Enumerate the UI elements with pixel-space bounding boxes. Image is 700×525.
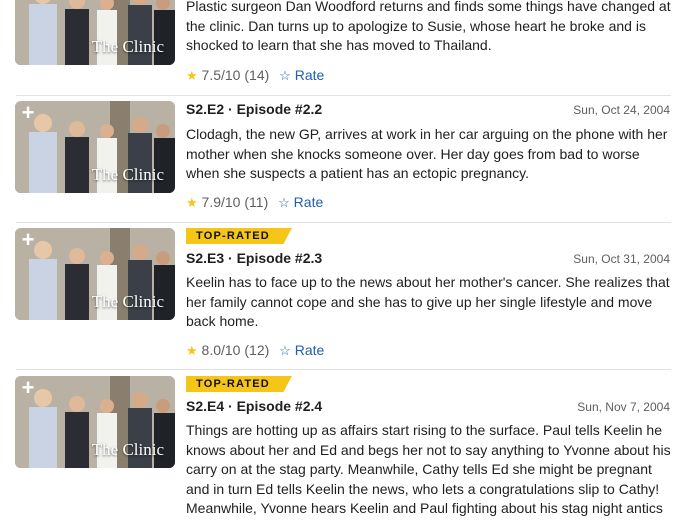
show-title-overlay: The Clinic (91, 165, 164, 184)
rating-value: 7.5/10 (201, 67, 241, 83)
star-outline-icon: ☆ (279, 343, 291, 358)
rate-button[interactable]: ☆ Rate (279, 67, 324, 83)
rating-value: 8.0/10 (201, 342, 241, 358)
air-date: Sun, Nov 7, 2004 (577, 400, 670, 414)
rating-row: ★ 7.9/10 (11) ☆ Rate (186, 194, 323, 211)
rate-button[interactable]: ☆ Rate (279, 342, 324, 358)
air-date: Sun, Oct 31, 2004 (573, 252, 670, 266)
star-icon: ★ (186, 343, 198, 358)
divider (16, 95, 671, 96)
rating-row: ★ 8.0/10 (12) ☆ Rate (186, 342, 324, 359)
episode-thumbnail[interactable]: + The Clinic (15, 228, 175, 320)
air-date: Sun, Oct 24, 2004 (573, 103, 670, 117)
episode-title[interactable]: S2.E2 · Episode #2.2 (186, 101, 322, 117)
star-icon: ★ (186, 195, 198, 210)
episode-description: Clodagh, the new GP, arrives at work in … (186, 126, 668, 181)
rate-button[interactable]: ☆ Rate (278, 194, 323, 210)
episode-thumbnail[interactable]: + The Clinic (15, 101, 175, 193)
episode-description: Plastic surgeon Dan Woodford returns and… (186, 0, 671, 53)
rating-row: ★ 7.5/10 (14) ☆ Rate (186, 67, 324, 84)
episode-description: Keelin has to face up to the news about … (186, 274, 670, 329)
episode-title[interactable]: S2.E4 · Episode #2.4 (186, 398, 322, 414)
add-to-watchlist-icon[interactable]: + (15, 101, 41, 127)
episode-thumbnail[interactable]: + The Clinic (15, 376, 175, 468)
episode-thumbnail[interactable]: The Clinic (15, 0, 175, 65)
episode-description: Things are hotting up as affairs start r… (186, 422, 671, 516)
vote-count: (12) (244, 342, 270, 358)
add-to-watchlist-icon[interactable]: + (15, 376, 41, 402)
vote-count: (14) (244, 67, 270, 83)
star-outline-icon: ☆ (278, 195, 290, 210)
divider (16, 369, 671, 370)
show-title-overlay: The Clinic (91, 440, 164, 459)
add-to-watchlist-icon[interactable]: + (15, 228, 41, 254)
star-outline-icon: ☆ (279, 68, 291, 83)
divider (16, 222, 671, 223)
vote-count: (11) (244, 194, 269, 210)
top-rated-badge: TOP-RATED (186, 376, 292, 392)
show-title-overlay: The Clinic (91, 37, 164, 56)
star-icon: ★ (186, 68, 198, 83)
rating-value: 7.9/10 (201, 194, 241, 210)
top-rated-badge: TOP-RATED (186, 228, 292, 244)
episode-title[interactable]: S2.E3 · Episode #2.3 (186, 250, 322, 266)
show-title-overlay: The Clinic (91, 292, 164, 311)
